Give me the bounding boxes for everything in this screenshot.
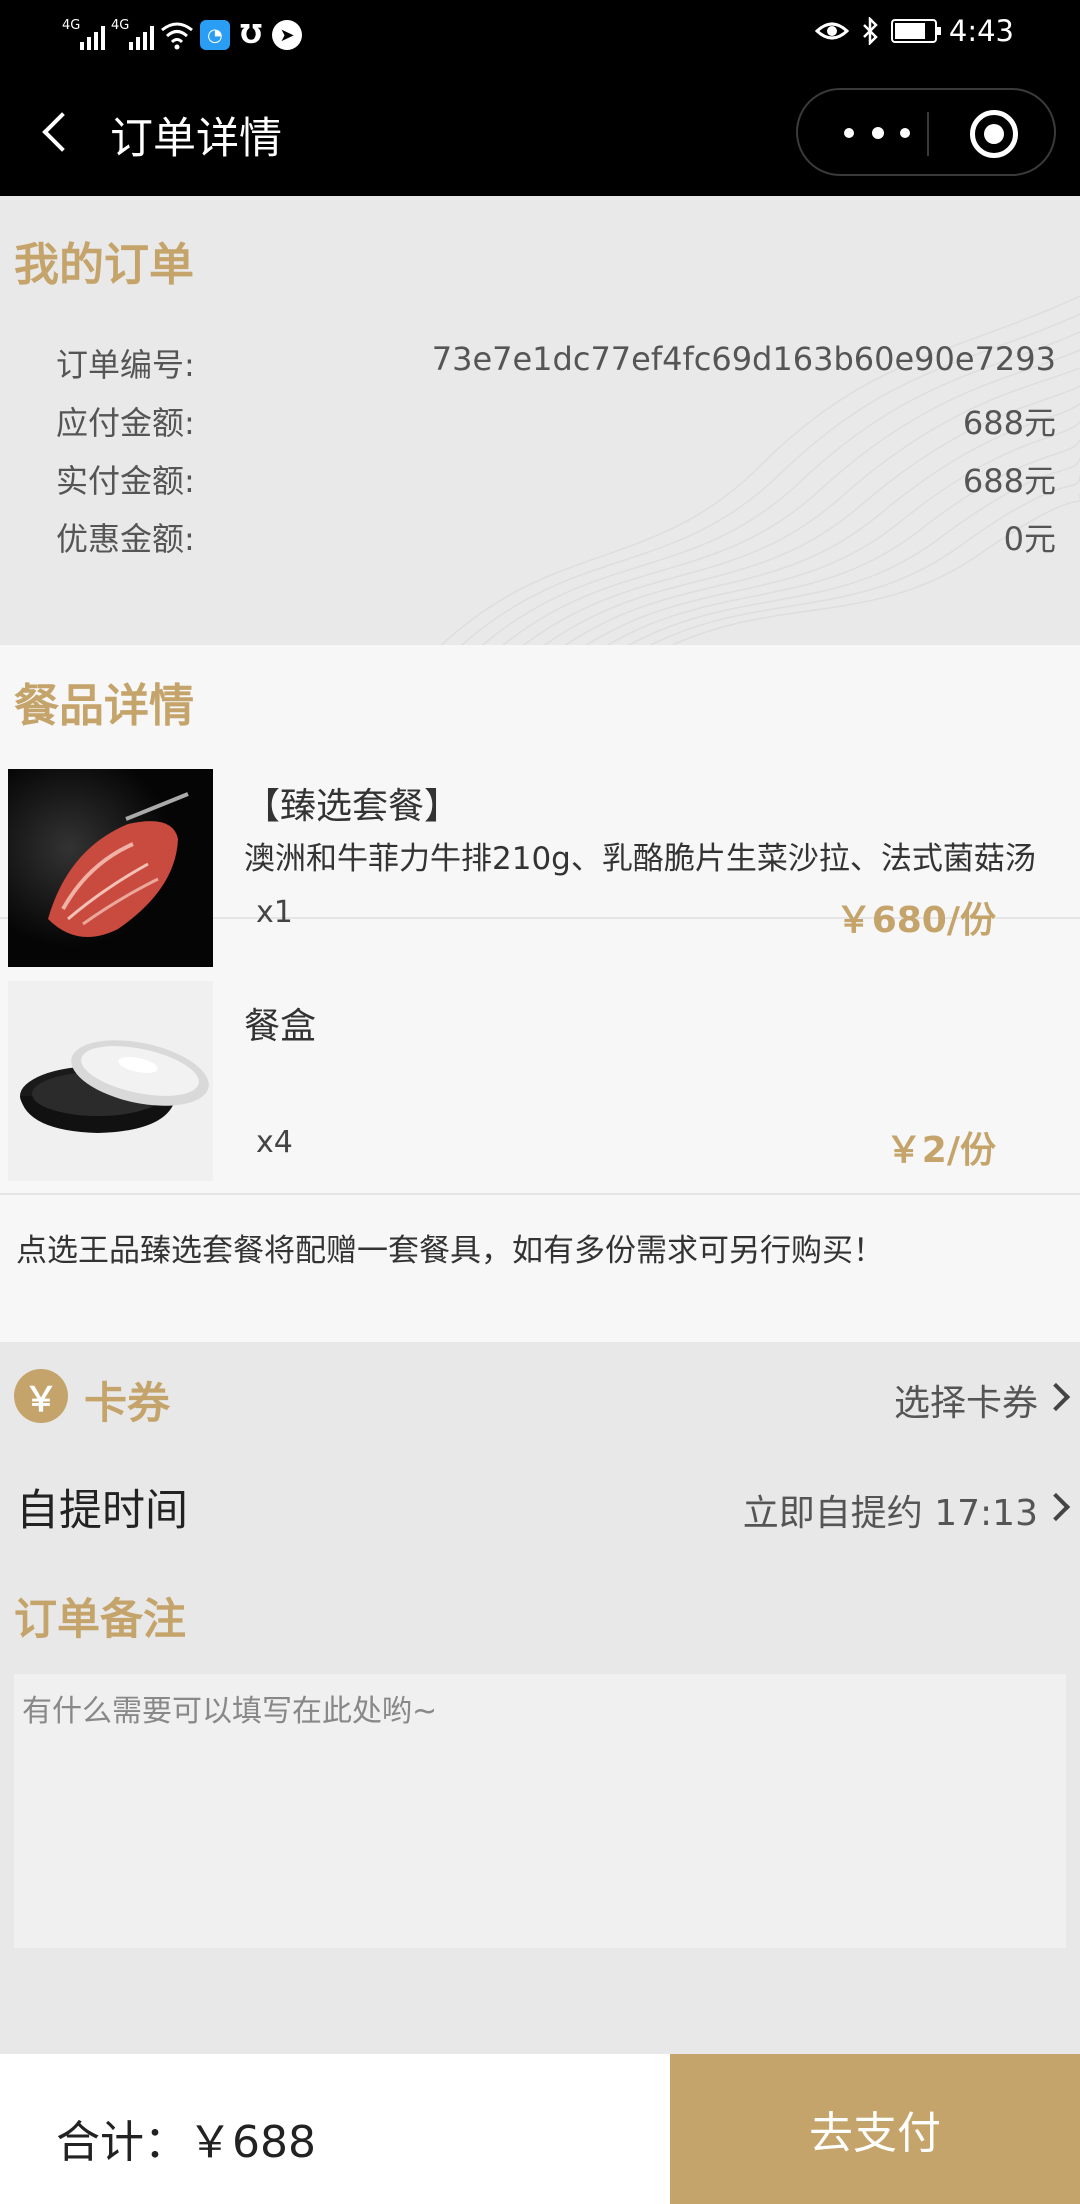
status-right: 4:43 <box>814 14 1014 48</box>
capsule-divider <box>927 112 929 156</box>
discount-amount-value: 0元 <box>1003 520 1056 558</box>
battery-icon <box>890 19 941 43</box>
order-number-value: 73e7e1dc77ef4fc69d163b60e90e7293 <box>431 340 1056 378</box>
remark-input[interactable] <box>14 1674 1066 1948</box>
select-coupon-link[interactable]: 选择卡券 <box>894 1374 1038 1426</box>
signal-icon: 4G <box>62 18 105 50</box>
pay-button[interactable]: 去支付 <box>670 2054 1080 2204</box>
mini-program-capsule <box>796 88 1056 176</box>
food-details-section: 餐品详情 【臻选套餐】 澳洲和牛菲力牛排210g、乳酪脆片生菜沙拉、法式菌菇汤 … <box>0 645 1080 1342</box>
pickup-time-label: 自提时间 <box>16 1486 188 1536</box>
app-notification-icon: Ʊ <box>239 20 263 50</box>
nav-bar: 订单详情 <box>0 66 1080 196</box>
food-section-title: 餐品详情 <box>14 679 195 732</box>
coupon-icon: ￥ <box>14 1369 68 1423</box>
order-info-section: 我的订单 订单编号: 73e7e1dc77ef4fc69d163b60e90e7… <box>0 196 1080 645</box>
more-options-icon[interactable] <box>834 118 924 148</box>
steak-image[interactable] <box>8 769 213 967</box>
amount-payable-row: 应付金额: 688元 <box>56 398 1056 448</box>
item-quantity: x4 <box>256 1125 293 1160</box>
chevron-right-icon[interactable] <box>1041 1382 1071 1412</box>
item-name: 餐盒 <box>244 1006 317 1047</box>
network-type-label: 4G <box>111 18 130 33</box>
order-number-label: 订单编号: <box>56 346 195 384</box>
discount-amount-row: 优惠金额: 0元 <box>56 514 1056 564</box>
item-price: ￥680/份 <box>835 900 996 941</box>
amount-paid-label: 实付金额: <box>56 462 195 500</box>
close-mini-program-icon[interactable] <box>970 110 1018 158</box>
list-item[interactable]: 餐盒 x4 ￥2/份 <box>0 975 1080 1195</box>
order-number-row: 订单编号: 73e7e1dc77ef4fc69d163b60e90e7293 <box>56 340 1056 390</box>
amount-paid-row: 实付金额: 688元 <box>56 456 1056 506</box>
app-notification-icon: ◔ <box>200 20 230 50</box>
network-type-label: 4G <box>62 18 81 33</box>
back-arrow-icon[interactable] <box>38 106 78 156</box>
bluetooth-icon <box>862 17 878 45</box>
chevron-right-icon[interactable] <box>1041 1492 1071 1522</box>
discount-amount-label: 优惠金额: <box>56 520 195 558</box>
amount-payable-value: 688元 <box>962 404 1056 442</box>
item-name: 【臻选套餐】 <box>244 786 461 827</box>
pickup-time-selector[interactable]: 立即自提约 17:13 <box>743 1484 1038 1536</box>
remark-title: 订单备注 <box>14 1595 186 1645</box>
status-bar: 4G 4G ◔ Ʊ ➤ 4:43 <box>0 0 1080 66</box>
amount-payable-label: 应付金额: <box>56 404 195 442</box>
lunch-box-image[interactable] <box>8 981 213 1181</box>
order-total: 合计：￥688 <box>56 2117 316 2168</box>
item-quantity: x1 <box>256 895 293 930</box>
checkout-bar: 合计：￥688 去支付 <box>0 2054 1080 2204</box>
item-description: 澳洲和牛菲力牛排210g、乳酪脆片生菜沙拉、法式菌菇汤 <box>244 841 1036 877</box>
coupon-label: 卡券 <box>84 1379 170 1429</box>
eye-icon <box>814 22 849 40</box>
status-time: 4:43 <box>948 14 1014 48</box>
page-title: 订单详情 <box>110 114 282 164</box>
app-notification-icon: ➤ <box>272 20 302 50</box>
wifi-icon <box>161 22 193 50</box>
order-section-title: 我的订单 <box>14 238 195 291</box>
item-price: ￥2/份 <box>885 1130 996 1171</box>
gift-note: 点选王品臻选套餐将配赠一套餐具，如有多份需求可另行购买！ <box>16 1233 884 1269</box>
status-left: 4G 4G ◔ Ʊ ➤ <box>62 14 302 50</box>
amount-paid-value: 688元 <box>962 462 1056 500</box>
signal-icon: 4G <box>111 18 154 50</box>
list-item[interactable]: 【臻选套餐】 澳洲和牛菲力牛排210g、乳酪脆片生菜沙拉、法式菌菇汤 x1 ￥6… <box>0 767 1080 967</box>
